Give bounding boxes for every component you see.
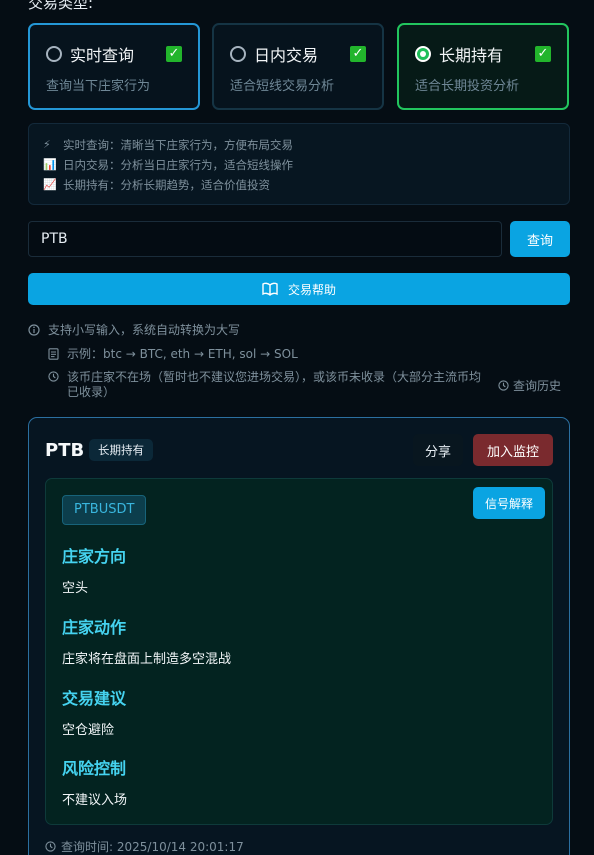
signal-panel: PTBUSDT 信号解释 庄家方向 空头 庄家动作 庄家将在盘面上制造多空混战 …	[45, 478, 553, 825]
history-clock-icon	[498, 380, 509, 391]
clock-icon	[48, 371, 59, 382]
lightning-icon: ⚡	[43, 138, 51, 151]
add-monitor-button[interactable]: 加入监控	[473, 434, 553, 466]
mode-desc: 查询当下庄家行为	[46, 79, 151, 94]
signal-value: 不建议入场	[62, 793, 128, 808]
signal-value: 空头	[62, 581, 89, 596]
hint-text: 该币庄家不在场（暂时也不建议您进场交易），或该币未收录（大部分主流币均已收录）	[67, 370, 482, 399]
trading-pair-tag: PTBUSDT	[62, 495, 147, 525]
query-time: 查询时间: 2025/10/14 20:01:17	[45, 838, 244, 855]
trade-help-button[interactable]: 交易帮助	[28, 273, 570, 305]
signal-title: 庄家动作	[62, 618, 127, 637]
mode-card-realtime[interactable]: 实时查询 ✓ 查询当下庄家行为	[28, 23, 200, 110]
document-icon	[48, 347, 59, 360]
info-line: 📈 长期持有：分析长期趋势，适合价值投资	[43, 175, 555, 195]
hint-example: 示例：btc → BTC, eth → ETH, sol → SOL	[48, 345, 298, 362]
help-label: 交易帮助	[287, 282, 336, 297]
mode-badge: 长期持有	[89, 439, 153, 461]
share-button[interactable]: 分享	[413, 434, 463, 466]
history-label: 查询历史	[513, 379, 562, 393]
hint-notice: 该币庄家不在场（暂时也不建议您进场交易），或该币未收录（大部分主流币均已收录）	[48, 370, 488, 400]
info-text: 长期持有：分析长期趋势，适合价值投资	[63, 178, 270, 192]
signal-title: 交易建议	[62, 689, 127, 708]
mode-card-intraday[interactable]: 日内交易 ✓ 适合短线交易分析	[212, 23, 384, 110]
hint-text: 示例：btc → BTC, eth → ETH, sol → SOL	[67, 347, 298, 361]
result-card: PTB 长期持有 分享 加入监控 PTBUSDT 信号解释 庄家方向 空头 庄家…	[28, 417, 570, 855]
checkbox-icon[interactable]: ✓	[350, 46, 366, 62]
signal-explain-button[interactable]: 信号解释	[473, 487, 545, 519]
query-button[interactable]: 查询	[510, 221, 570, 257]
info-text: 实时查询：清晰当下庄家行为，方便布局交易	[63, 138, 293, 152]
query-history-link[interactable]: 查询历史	[498, 377, 561, 394]
mode-title: 日内交易	[254, 46, 319, 65]
hint-text: 支持小写输入，系统自动转换为大写	[48, 323, 241, 337]
query-time-text: 查询时间: 2025/10/14 20:01:17	[61, 840, 244, 854]
result-symbol: PTB	[45, 440, 85, 461]
signal-value: 庄家将在盘面上制造多空混战	[62, 652, 232, 667]
info-line: 📊 日内交易：分析当日庄家行为，适合短线操作	[43, 155, 555, 175]
mode-desc: 适合长期投资分析	[415, 79, 520, 94]
hint-lowercase: 支持小写输入，系统自动转换为大写	[28, 321, 240, 338]
info-text: 日内交易：分析当日庄家行为，适合短线操作	[63, 158, 293, 172]
radio-icon[interactable]	[46, 46, 62, 62]
radio-icon[interactable]	[230, 46, 246, 62]
mode-desc: 适合短线交易分析	[230, 79, 335, 94]
mode-title: 实时查询	[70, 46, 135, 65]
info-icon	[28, 323, 40, 336]
mode-title: 长期持有	[439, 46, 504, 65]
checkbox-icon[interactable]: ✓	[535, 46, 551, 62]
mode-card-longterm[interactable]: 长期持有 ✓ 适合长期投资分析	[397, 23, 569, 110]
signal-title: 风险控制	[62, 759, 127, 778]
trend-chart-icon: 📈	[43, 178, 57, 191]
mode-info-box: ⚡ 实时查询：清晰当下庄家行为，方便布局交易 📊 日内交易：分析当日庄家行为，适…	[28, 123, 570, 205]
clock-icon	[45, 841, 56, 852]
signal-value: 空仓避险	[62, 723, 115, 738]
book-icon	[262, 282, 278, 296]
bar-chart-icon: 📊	[43, 158, 57, 171]
radio-selected-icon[interactable]	[415, 46, 431, 62]
info-line: ⚡ 实时查询：清晰当下庄家行为，方便布局交易	[43, 135, 555, 155]
symbol-search-input[interactable]	[28, 221, 502, 257]
checkbox-icon[interactable]: ✓	[166, 46, 182, 62]
section-label: 交易类型:	[28, 0, 94, 12]
signal-title: 庄家方向	[62, 547, 127, 566]
